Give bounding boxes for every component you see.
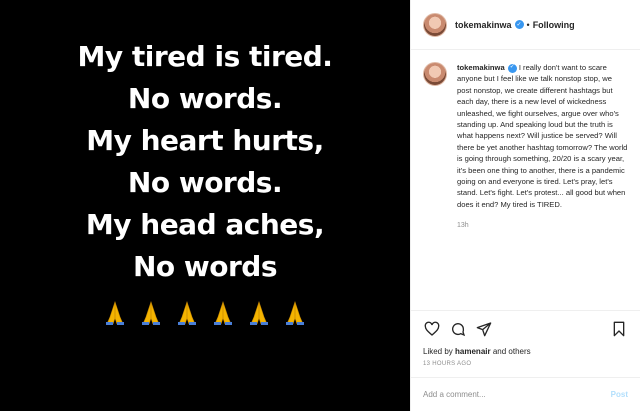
caption: tokemakinwa ✓ I really don't want to scar… <box>457 62 628 298</box>
folded-hands-icon <box>280 298 310 328</box>
action-icons <box>423 319 628 339</box>
verified-badge-icon: ✓ <box>507 63 517 73</box>
folded-hands-icon <box>100 298 130 328</box>
comment-box: Post <box>411 377 640 411</box>
image-text-line: No words. <box>127 82 283 115</box>
image-text-line: No words. <box>127 166 283 199</box>
verified-badge-icon: ✓ <box>514 20 524 29</box>
liked-prefix: Liked by <box>423 347 456 356</box>
comment-icon[interactable] <box>449 320 467 338</box>
emoji-row <box>100 298 310 328</box>
instagram-post: My tired is tired. No words. My heart hu… <box>0 0 640 411</box>
following-button[interactable]: Following <box>533 20 575 30</box>
post-image[interactable]: My tired is tired. No words. My heart hu… <box>0 0 410 411</box>
folded-hands-icon <box>136 298 166 328</box>
folded-hands-icon <box>244 298 274 328</box>
avatar[interactable] <box>423 12 447 37</box>
caption-username[interactable]: tokemakinwa <box>457 63 505 72</box>
image-text-line: No words <box>132 250 278 283</box>
separator-dot: • <box>526 19 530 30</box>
folded-hands-icon <box>172 298 202 328</box>
header-username[interactable]: tokemakinwa <box>455 20 512 30</box>
folded-hands-icon <box>208 298 238 328</box>
avatar[interactable] <box>423 62 447 86</box>
caption-time: 13h <box>457 222 469 230</box>
bookmark-icon[interactable] <box>610 320 628 338</box>
share-icon[interactable] <box>475 320 493 338</box>
caption-area: tokemakinwa ✓ I really don't want to scar… <box>411 50 640 298</box>
image-text-line: My tired is tired. <box>77 40 333 73</box>
caption-text: I really don't want to scare anyone but … <box>457 63 628 209</box>
post-comment-button[interactable]: Post <box>611 390 628 399</box>
actions-area: Liked by hamenair and others 13 HOURS AG… <box>411 310 640 367</box>
comment-input[interactable] <box>423 390 611 399</box>
heart-icon[interactable] <box>423 320 441 338</box>
liked-suffix[interactable]: and others <box>491 347 531 356</box>
likes-summary: Liked by hamenair and others <box>423 347 628 356</box>
post-header: tokemakinwa ✓ • Following <box>411 0 640 50</box>
liked-user-link[interactable]: hamenair <box>455 347 491 356</box>
image-text-line: My head aches, <box>85 208 325 241</box>
post-sidebar: tokemakinwa ✓ • Following tokemakinwa ✓ I… <box>410 0 640 411</box>
image-text-line: My heart hurts, <box>86 124 324 157</box>
post-timestamp[interactable]: 13 HOURS AGO <box>423 361 628 367</box>
